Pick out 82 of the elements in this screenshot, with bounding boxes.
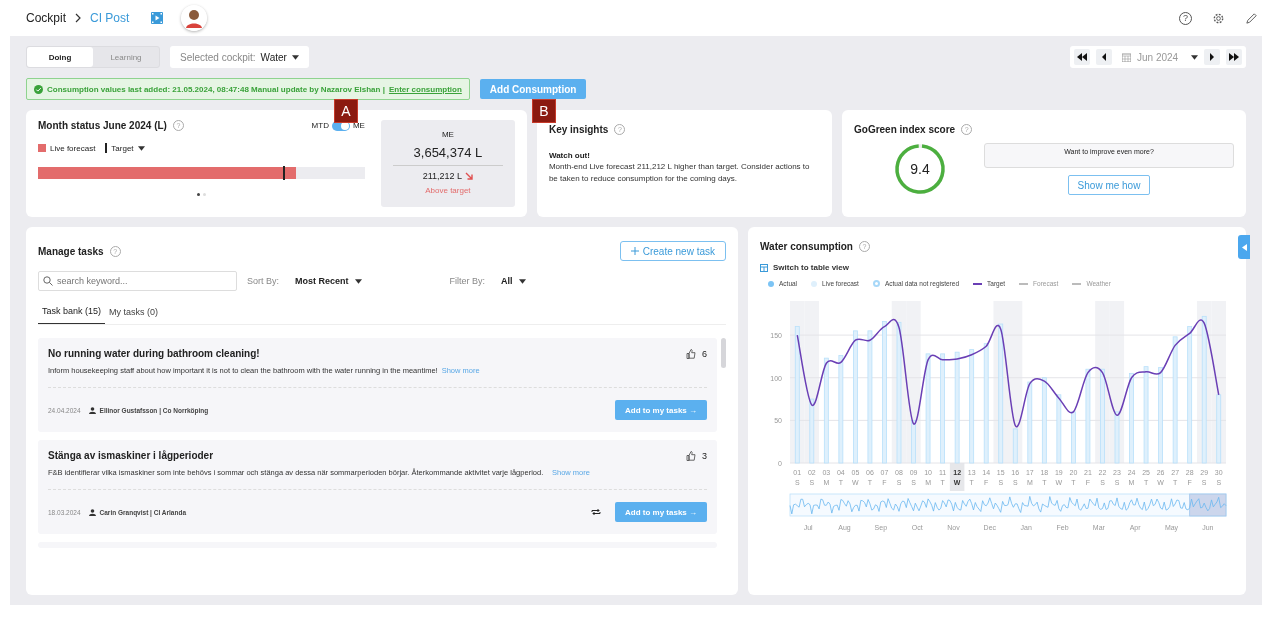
enter-consumption-link[interactable]: Enter consumption [388, 84, 462, 94]
score-value: 9.4 [910, 161, 930, 177]
table-view-link[interactable]: Switch to table view [760, 263, 1234, 272]
status-text: Above target [425, 186, 471, 195]
page-dot[interactable] [196, 193, 200, 196]
breadcrumb-item[interactable]: CI Post [90, 11, 130, 25]
next-button[interactable] [1204, 49, 1220, 65]
toggle-label: MTD [311, 121, 329, 130]
bar [1071, 411, 1076, 464]
thumbs-up-icon[interactable] [686, 348, 696, 359]
card-title: GoGreen index score [854, 124, 956, 135]
add-consumption-button[interactable]: Add Consumption [479, 79, 587, 99]
toggle-label: ME [352, 121, 365, 130]
insight-text: Month-end Live forecast 211,212 L higher than target. Consider actions to be taken to reduce consumption for the coming days. [548, 161, 811, 185]
summary-label: ME [441, 130, 454, 139]
bar [911, 419, 916, 464]
legend-swatch [38, 144, 46, 152]
filter-dropdown[interactable]: All [501, 276, 526, 286]
insight-heading: Watch out! [548, 151, 591, 160]
task-tab[interactable]: My tasks (0) [105, 301, 163, 324]
double-triangle-icon [1229, 53, 1239, 61]
triangle-icon [1241, 243, 1247, 251]
table-icon [760, 263, 768, 272]
caret-icon [1191, 54, 1198, 60]
card-title: Manage tasks [38, 245, 104, 257]
sort-dropdown[interactable]: Most Recent [295, 276, 362, 286]
bar [1216, 394, 1222, 464]
card-title: Water consumption [760, 241, 853, 252]
calendar-icon [1122, 52, 1131, 62]
task-title: Stänga av ismaskiner i lågperioder [48, 450, 214, 461]
thumbs-up-icon[interactable] [686, 450, 696, 461]
caret-icon [354, 278, 362, 284]
caret-icon [518, 278, 526, 284]
mode-tab[interactable]: Doing [27, 47, 93, 67]
field-label: Sort By: [247, 276, 279, 286]
collapse-button[interactable] [1238, 235, 1250, 259]
annotation-marker: B [532, 99, 556, 123]
add-to-my-tasks-button[interactable]: Add to my tasks → [615, 400, 707, 420]
bar [809, 398, 815, 464]
check-icon [34, 84, 43, 94]
video-icon[interactable] [151, 12, 164, 24]
cockpit-dropdown[interactable]: Selected cockpit: Water [170, 46, 309, 68]
arrow-icon [465, 172, 474, 180]
bar [1114, 411, 1120, 464]
person-icon [88, 406, 96, 414]
task-tab[interactable]: Task bank (15) [38, 301, 106, 324]
notice-text: Consumption values last added: 21.05.2024, 08:47:48 Manual update by Nazarov Elshan | [47, 84, 385, 94]
chevron-icon [74, 13, 82, 23]
caret-icon [137, 145, 145, 151]
scrollbar[interactable] [721, 338, 726, 368]
caret-icon [291, 54, 299, 60]
mode-tab[interactable]: Learning [93, 47, 159, 67]
search-icon [43, 276, 53, 286]
person-icon [88, 508, 96, 516]
field-label: Filter By: [449, 276, 486, 286]
like-count: 6 [702, 348, 707, 359]
date-value: Jun 2024 [1137, 51, 1180, 63]
card-title: Key insights [548, 124, 609, 135]
avatar [181, 5, 208, 31]
search-field[interactable]: search keyword... [38, 271, 237, 291]
legend-label: Live forecast [50, 143, 96, 153]
bar [1012, 428, 1018, 464]
double-triangle-icon [1077, 53, 1087, 61]
settings-icon[interactable] [1212, 11, 1225, 25]
plus-icon [630, 247, 639, 255]
first-page-button[interactable] [1074, 49, 1090, 65]
target-dropdown[interactable]: Target [111, 143, 145, 153]
previous-button[interactable] [1096, 49, 1112, 65]
last-page-button[interactable] [1226, 49, 1242, 65]
task-title: No running water during bathroom cleaning! [48, 348, 260, 359]
difference-value: 211,212 L [422, 171, 463, 181]
total-value: 3,654,374 L [392, 145, 503, 166]
card-title: Month status June 2024 (L) [38, 120, 167, 131]
bar [1056, 394, 1062, 464]
breadcrumb-item: Cockpit [26, 11, 66, 25]
show-me-how-button[interactable]: Show me how [1067, 175, 1151, 195]
create-task-button[interactable]: Create new task [619, 241, 726, 261]
pencil-icon[interactable] [1245, 11, 1258, 25]
triangle-icon [1207, 53, 1217, 61]
add-to-my-tasks-button[interactable]: Add to my tasks → [615, 502, 707, 522]
annotation-marker: A [334, 99, 358, 123]
like-count: 3 [702, 450, 707, 461]
